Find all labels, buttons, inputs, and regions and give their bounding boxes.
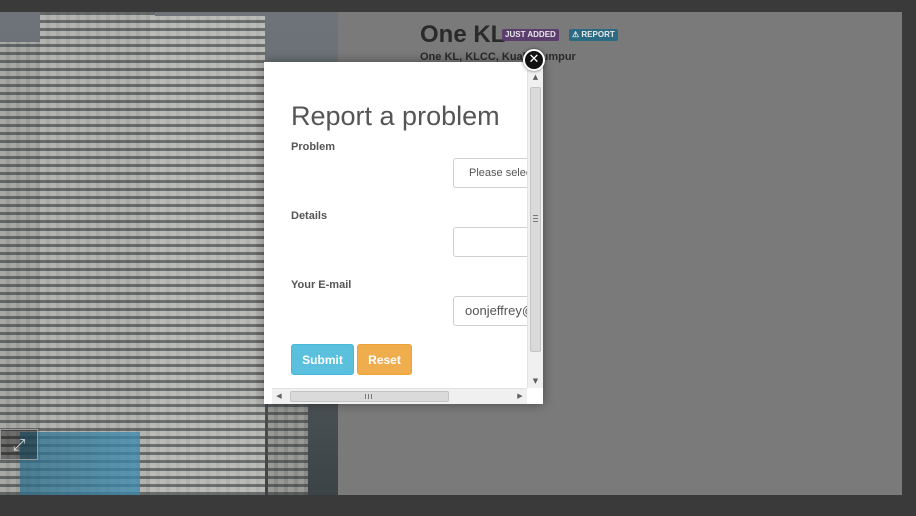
pool <box>20 432 140 495</box>
scroll-down-icon[interactable]: ▼ <box>528 374 543 388</box>
tower-building <box>40 12 155 495</box>
vertical-scroll-thumb[interactable] <box>530 87 541 352</box>
horizontal-scroll-thumb[interactable] <box>290 391 449 402</box>
email-label: Your E-mail <box>291 279 352 291</box>
scroll-up-icon[interactable]: ▲ <box>528 70 543 84</box>
problem-select[interactable]: Please select <box>453 158 527 188</box>
expand-icon[interactable]: ⤢ <box>0 429 38 460</box>
submit-button[interactable]: Submit <box>291 344 354 375</box>
tower-building <box>150 16 265 495</box>
problem-label: Problem <box>291 141 336 153</box>
email-input[interactable]: oonjeffrey@ <box>453 296 527 326</box>
vertical-scrollbar[interactable]: ▲ ▼ <box>527 70 543 388</box>
reset-button[interactable]: Reset <box>357 344 412 375</box>
report-modal: Report a problem Problem Please select D… <box>264 62 543 404</box>
horizontal-scrollbar[interactable]: ◀ ▶ <box>272 388 527 404</box>
listing-title: One KL <box>420 21 506 48</box>
report-badge[interactable]: ⚠ REPORT <box>569 29 618 41</box>
details-input[interactable] <box>453 227 527 257</box>
details-label: Details <box>291 210 328 222</box>
modal-title: Report a problem <box>291 101 500 131</box>
close-icon[interactable]: ✕ <box>523 49 545 71</box>
scroll-right-icon[interactable]: ▶ <box>513 389 527 404</box>
modal-content: Report a problem Problem Please select D… <box>264 62 527 388</box>
just-added-badge: JUST ADDED <box>502 29 559 41</box>
scroll-left-icon[interactable]: ◀ <box>272 389 286 404</box>
